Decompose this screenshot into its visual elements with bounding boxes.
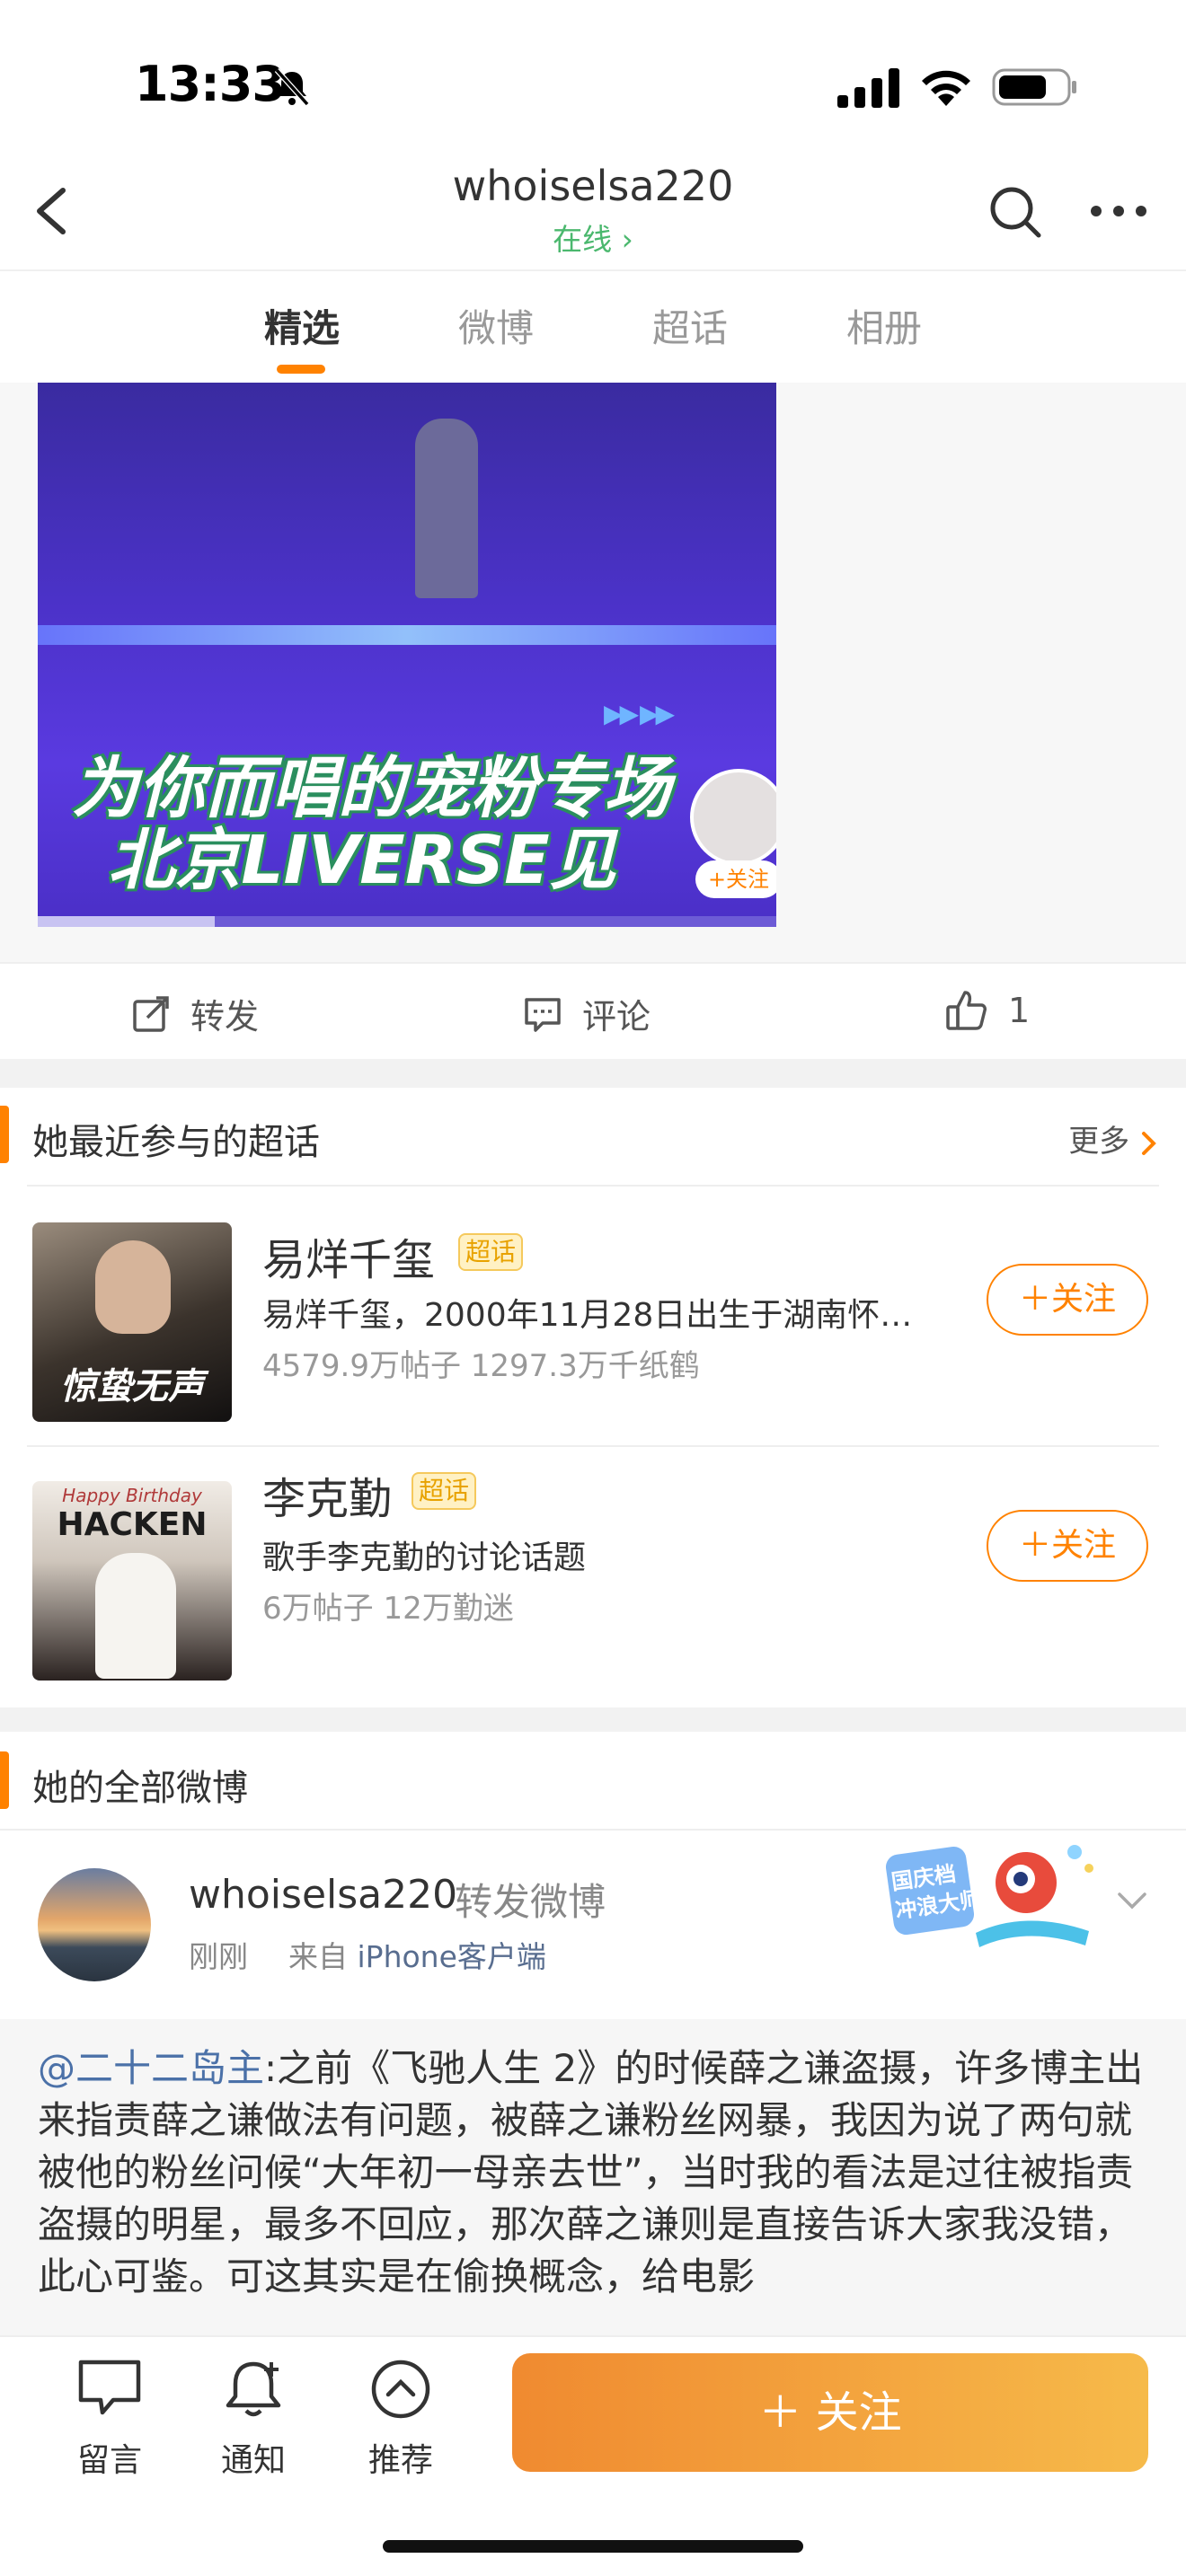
active-tab-indicator (277, 365, 325, 374)
follow-button[interactable]: ＋ 关注 (512, 2353, 1148, 2472)
post-type: 转发微博 (455, 1880, 606, 1924)
profile-header: whoiselsa220 在线 › (0, 153, 1186, 269)
post-username[interactable]: whoiselsa220 (189, 1872, 457, 1918)
tab-supertopic[interactable]: 超话 (618, 298, 762, 353)
supertopic-image: Happy Birthday HACKEN (32, 1481, 232, 1681)
tab-album[interactable]: 相册 (812, 298, 956, 353)
post-source[interactable]: iPhone客户端 (358, 1939, 546, 1974)
back-icon[interactable] (27, 180, 81, 243)
supertopic-badge: 超话 (412, 1472, 477, 1510)
all-posts-title: 她的全部微博 (32, 1768, 248, 1809)
national-day-sticker-icon: 国庆档 冲浪大师 (885, 1845, 1093, 1947)
home-indicator[interactable] (383, 2540, 803, 2553)
supertopics-more-link[interactable]: 更多 (1068, 1116, 1159, 1160)
like-icon (946, 991, 987, 1030)
supertopic-follow-button[interactable]: ＋关注 (987, 1264, 1148, 1336)
post-time: 刚刚 (189, 1939, 248, 1974)
supertopic-badge: 超话 (458, 1233, 524, 1271)
video-progress-bar[interactable] (38, 916, 776, 927)
supertopic-portrait (95, 1553, 176, 1679)
avatar[interactable] (38, 1868, 151, 1981)
supertopic-desc: 歌手李克勤的讨论话题 (262, 1539, 587, 1576)
divider (0, 1829, 1186, 1831)
supertopic-item[interactable]: 惊蛰无声 易烊千玺 超话 易烊千玺，2000年11月28日出生于湖南怀… 457… (27, 1188, 1159, 1449)
post-meta: 刚刚 来自 iPhone客户端 (189, 1933, 546, 1976)
video-thumbnail[interactable]: ▶▶ ▶▶ 为你而唱的宠粉专场 北京LIVERSE见 +关注 (38, 383, 776, 927)
recommend-label: 推荐 (367, 2442, 433, 2479)
profile-tabs: 精选 微博 超话 相册 (0, 269, 1186, 383)
profile-name: whoiselsa220 (452, 162, 734, 210)
supertopic-stats: 6万帖子 12万勤迷 (262, 1591, 514, 1627)
supertopics-section: 她最近参与的超话 更多 惊蛰无声 易烊千玺 超话 易烊千玺，2000年11月28… (0, 1088, 1186, 1707)
status-bar: 13:33 (0, 0, 1186, 171)
video-banner-line2: 北京LIVERSE见 (108, 822, 616, 899)
repost-icon (133, 995, 169, 1032)
video-card: ▶▶ ▶▶ 为你而唱的宠粉专场 北京LIVERSE见 +关注 (0, 383, 1186, 962)
supertopic-name: 李克勤 (262, 1474, 393, 1524)
play-arrows-icon: ▶▶ ▶▶ (604, 699, 675, 728)
video-performer (415, 419, 478, 598)
supertopic-image-title: HACKEN (57, 1506, 208, 1543)
comment-button[interactable]: 评论 (523, 989, 651, 1038)
divider (27, 1185, 1159, 1187)
recommend-button[interactable]: 推荐 (347, 2357, 455, 2481)
chevron-right-icon (1142, 1131, 1156, 1155)
supertopic-portrait (95, 1240, 171, 1334)
supertopic-item[interactable]: Happy Birthday HACKEN 李克勤 超话 歌手李克勤的讨论话题 … (27, 1447, 1159, 1707)
comment-icon (525, 997, 561, 1032)
supertopic-image-caption: Happy Birthday (62, 1485, 202, 1506)
mention-link[interactable]: @二十二岛主 (38, 2046, 264, 2090)
more-icon[interactable] (1087, 198, 1150, 225)
bell-icon (226, 2361, 281, 2417)
chevron-down-icon[interactable] (1114, 1883, 1150, 1919)
repost-label: 转发 (190, 997, 260, 1037)
comment-label: 评论 (582, 997, 651, 1037)
like-button[interactable]: 1 (945, 989, 1030, 1032)
supertopic-image-text: 惊蛰无声 (60, 1366, 204, 1407)
message-icon (78, 2360, 141, 2415)
stage-light (38, 625, 776, 645)
supertopic-image: 惊蛰无声 (32, 1222, 232, 1422)
post-from-prefix: 来自 (288, 1939, 348, 1974)
section-accent (0, 1106, 9, 1163)
tab-featured[interactable]: 精选 (230, 298, 374, 353)
supertopics-title: 她最近参与的超话 (32, 1122, 320, 1163)
online-status[interactable]: 在线 › (503, 216, 683, 259)
message-label: 留言 (76, 2442, 142, 2479)
post-action-bar: 转发 评论 1 (0, 962, 1186, 1059)
supertopic-name: 易烊千玺 (262, 1235, 436, 1285)
like-count: 1 (1008, 991, 1031, 1030)
battery-icon (992, 68, 1076, 106)
message-button[interactable]: 留言 (56, 2357, 164, 2481)
tab-weibo[interactable]: 微博 (424, 298, 568, 353)
repost-button[interactable]: 转发 (131, 989, 259, 1038)
notify-button[interactable]: 通知 (199, 2357, 307, 2481)
video-follow-button[interactable]: +关注 (695, 860, 776, 898)
wifi-icon (922, 70, 970, 106)
notify-label: 通知 (220, 2442, 286, 2479)
repost-body[interactable]: @二十二岛主:之前《飞驰人生 2》的时候薛之谦盗摄，许多博主出来指责薛之谦做法有… (0, 2019, 1186, 2342)
status-time: 13:33 (135, 56, 286, 112)
recommend-icon (371, 2360, 430, 2419)
search-icon[interactable] (985, 181, 1044, 241)
more-label: 更多 (1068, 1124, 1130, 1160)
section-accent (0, 1751, 9, 1809)
signal-icon (837, 68, 899, 108)
mute-icon (274, 67, 310, 107)
supertopic-desc: 易烊千玺，2000年11月28日出生于湖南怀… (262, 1297, 913, 1334)
supertopic-follow-button[interactable]: ＋关注 (987, 1510, 1148, 1582)
supertopic-stats: 4579.9万帖子 1297.3万千纸鹤 (262, 1348, 700, 1384)
video-progress-fill (38, 916, 216, 927)
